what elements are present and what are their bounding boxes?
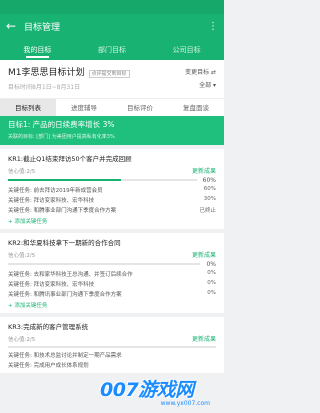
tab-goal-list[interactable]: 目标列表 bbox=[0, 99, 56, 116]
kr-confidence: 信心值:2/5 bbox=[8, 168, 36, 175]
tab-department-goals[interactable]: 部门目标 bbox=[75, 45, 150, 60]
task-row[interactable]: 关键任务: 去和家华科技王总沟通、并签订后续合作 0% bbox=[8, 270, 216, 278]
add-task-button[interactable]: + 添加关键任务 bbox=[8, 301, 216, 309]
tab-my-goals[interactable]: 我的目标 bbox=[0, 45, 75, 60]
objective-banner[interactable]: 目标1: 产品的日续费率增长 3% 关联的目标: [部门] 为美团用户提高私有化… bbox=[0, 116, 224, 145]
section-tabs: 目标列表 进度辅导 目标评价 复盘面谈 bbox=[0, 98, 224, 116]
update-result-button[interactable]: 更新成果 bbox=[192, 334, 216, 343]
task-row[interactable]: 关键任务: 和腾讯事业部门沟通下季度合作方案 0% bbox=[8, 290, 216, 298]
task-row[interactable]: 关键任务: 拜访变家科技、宏华科技 0% bbox=[8, 280, 216, 288]
plan-period: 目标时间8月1日~8月31日 bbox=[8, 84, 81, 91]
kr-title: KR2:和华夏科技拿下一期新的合作合同 bbox=[8, 239, 121, 247]
top-tabs: 我的目标 部门目标 公司目标 bbox=[0, 38, 224, 60]
status-bar bbox=[0, 0, 224, 14]
app-bar: ← 目标管理 ⋮ bbox=[0, 14, 224, 38]
site-watermark: 007游戏网 www.yx007.com bbox=[100, 375, 220, 407]
tab-goal-review[interactable]: 目标评价 bbox=[112, 99, 168, 116]
task-status: 30% bbox=[203, 196, 216, 202]
task-status: 0% bbox=[207, 270, 216, 276]
task-row[interactable]: 关键任务: 拜访变家科技、宏华科技 30% bbox=[8, 196, 216, 204]
task-name: 关键任务: 拜访变家科技、宏华科技 bbox=[8, 282, 95, 288]
filter-all-dropdown[interactable]: 全部 ▾ bbox=[199, 80, 216, 89]
kr-progress-fill bbox=[8, 179, 122, 181]
plan-header: M1李思思目标计划 点评提交到目标 目标时间8月1日~8月31日 变更目标 ⇄ 全… bbox=[0, 60, 224, 98]
add-task-button[interactable]: + 添加关键任务 bbox=[8, 217, 216, 225]
task-status: 60% bbox=[203, 186, 216, 192]
watermark-title: 007游戏网 bbox=[100, 379, 194, 401]
more-options-icon[interactable]: ⋮ bbox=[208, 21, 218, 32]
watermark-url: www.yx007.com bbox=[160, 400, 210, 407]
kr-progress-value: 60% bbox=[202, 176, 216, 184]
update-result-button[interactable]: 更新成果 bbox=[192, 250, 216, 259]
task-status: 0% bbox=[207, 280, 216, 286]
task-row[interactable]: 关键任务: 前去拜访2019年新成营会员 60% bbox=[8, 186, 216, 194]
kr-title: KR1:截止Q1结束拜访50个客户并完成回顾 bbox=[8, 155, 132, 163]
kr-confidence: 信心值:2/5 bbox=[8, 336, 36, 343]
page-title: 目标管理 bbox=[24, 22, 61, 33]
objective-title: 目标1: 产品的日续费率增长 3% bbox=[8, 120, 115, 129]
task-name: 关键任务: 前去拜访2019年新成营会员 bbox=[8, 188, 103, 194]
task-name: 关键任务: 去和家华科技王总沟通、并签订后续合作 bbox=[8, 272, 133, 278]
objective-subtitle: 关联的目标: [部门] 为美团用户提高私有化率3% bbox=[8, 134, 115, 140]
key-result-card[interactable]: KR2:和华夏科技拿下一期新的合作合同 信心值:2/5 更新成果 0% 关键任务… bbox=[0, 233, 224, 313]
task-name: 关键任务: 和技术总监讨论并制定一期产品需求 bbox=[8, 353, 122, 359]
kr-progress-bar bbox=[8, 346, 216, 348]
kr-progress-bar bbox=[8, 179, 197, 181]
change-goal-button[interactable]: 变更目标 ⇄ bbox=[185, 67, 216, 76]
task-name: 关键任务: 和腾事业部门沟通下季度合作方案 bbox=[8, 208, 117, 214]
kr-title: KR3:完成新的客户管理系统 bbox=[8, 323, 89, 331]
tab-progress-coaching[interactable]: 进度辅导 bbox=[56, 99, 112, 116]
task-name: 关键任务: 拜访变家科技、宏华科技 bbox=[8, 198, 95, 204]
plan-tag: 点评提交到目标 bbox=[88, 69, 130, 78]
task-row[interactable]: 关键任务: 和技术总监讨论并制定一期产品需求 bbox=[8, 351, 216, 359]
key-result-card[interactable]: KR1:截止Q1结束拜访50个客户并完成回顾 信心值:2/5 更新成果 60% … bbox=[0, 149, 224, 229]
kr-progress-value: 0% bbox=[206, 260, 216, 268]
task-status: 已终止 bbox=[199, 208, 216, 214]
task-row[interactable]: 关键任务: 和腾事业部门沟通下季度合作方案 已终止 bbox=[8, 206, 216, 214]
tab-company-goals[interactable]: 公司目标 bbox=[149, 45, 224, 60]
plan-name: M1李思思目标计划 bbox=[8, 68, 85, 78]
task-name: 关键任务: 和腾讯事业部门沟通下季度合作方案 bbox=[8, 292, 122, 298]
kr-progress-bar bbox=[8, 263, 201, 265]
tab-retrospective[interactable]: 复盘面谈 bbox=[168, 99, 224, 116]
back-arrow-icon[interactable]: ← bbox=[6, 19, 18, 33]
key-result-card[interactable]: KR3:完成新的客户管理系统 信心值:2/5 更新成果 关键任务: 和技术总监讨… bbox=[0, 317, 224, 373]
task-name: 关键任务: 完成用户成长体系规划 bbox=[8, 363, 89, 369]
kr-confidence: 信心值:2/5 bbox=[8, 252, 36, 259]
update-result-button[interactable]: 更新成果 bbox=[192, 166, 216, 175]
task-status: 0% bbox=[207, 290, 216, 296]
task-row[interactable]: 关键任务: 完成用户成长体系规划 bbox=[8, 361, 216, 369]
